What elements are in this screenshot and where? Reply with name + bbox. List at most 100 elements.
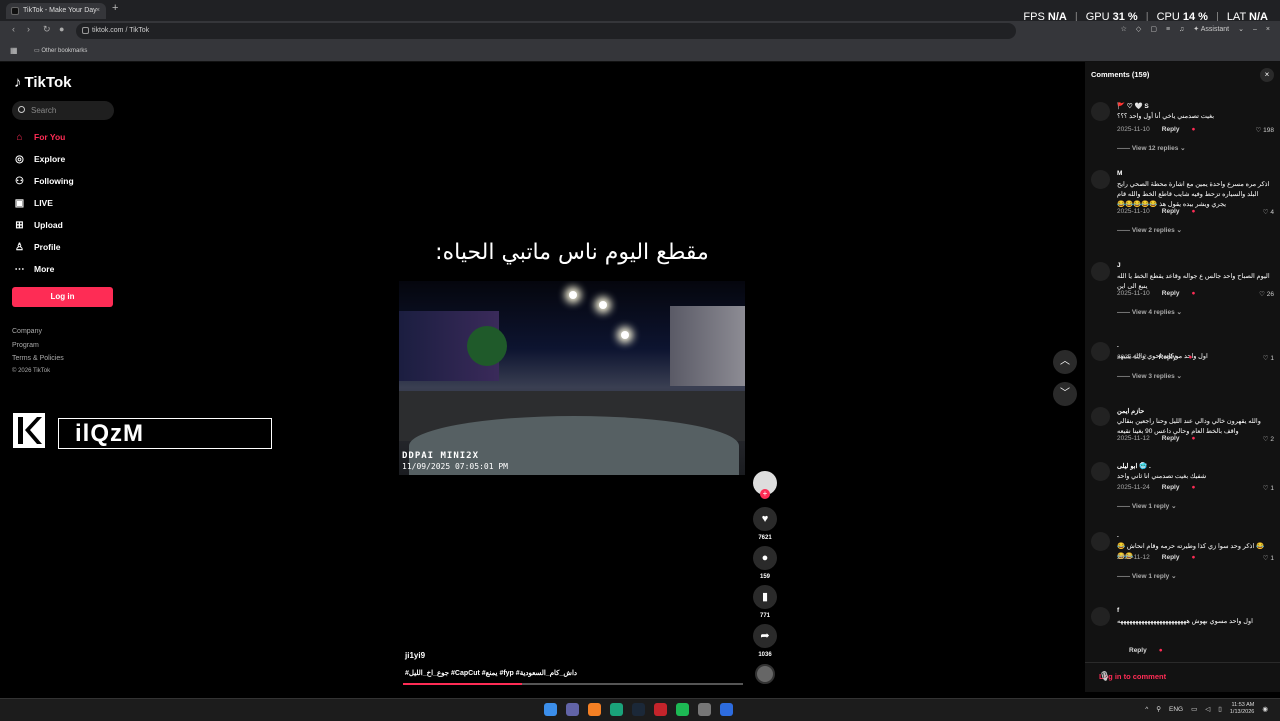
browser-tab[interactable]: TikTok - Make Your Day ×: [6, 3, 106, 19]
taskbar-clock[interactable]: 11:53 AM 1/13/2026: [1230, 702, 1254, 716]
tiktok-logo[interactable]: ♪ TikTok: [14, 74, 71, 91]
commenter-name[interactable]: ابو ليلى 🥶 .: [1117, 462, 1151, 470]
commenter-name[interactable]: J: [1117, 262, 1121, 269]
commenter-avatar[interactable]: [1091, 262, 1110, 281]
sidebar-item-profile[interactable]: ♙ Profile: [14, 240, 60, 254]
notification-icon[interactable]: ◉: [1262, 705, 1268, 713]
login-button[interactable]: Log in: [12, 287, 113, 307]
comment-like-button[interactable]: ♡ 1: [1263, 554, 1274, 562]
chevron-up-icon[interactable]: ^: [1145, 706, 1148, 713]
footer-company[interactable]: Company: [12, 328, 42, 335]
url-input[interactable]: tiktok.com / TikTok: [76, 23, 1016, 39]
menu-lines-icon[interactable]: ≡: [1166, 26, 1170, 33]
reply-button[interactable]: Reply: [1162, 208, 1180, 215]
view-replies-button[interactable]: —— View 2 replies ⌄: [1117, 226, 1182, 234]
view-replies-button[interactable]: —— View 1 reply ⌄: [1117, 572, 1177, 580]
commenter-avatar[interactable]: [1091, 407, 1110, 426]
sidebar-item-following[interactable]: ⚇ Following: [14, 174, 74, 188]
reload-icon[interactable]: ↻: [43, 24, 51, 35]
vlc-icon[interactable]: [588, 703, 601, 716]
volume-icon[interactable]: ◁: [1205, 705, 1210, 713]
extension-icon[interactable]: ◇: [1136, 25, 1141, 33]
sidebar-item-more[interactable]: ⋯ More: [14, 262, 55, 276]
comment-like-button[interactable]: ♡ 2: [1263, 435, 1274, 443]
commenter-name[interactable]: .: [1117, 342, 1119, 349]
view-replies-button[interactable]: —— View 12 replies ⌄: [1117, 144, 1186, 152]
comment-like-button[interactable]: ♡ 4: [1263, 208, 1274, 216]
music-disc-icon[interactable]: [755, 664, 775, 684]
comment-like-button[interactable]: ♡ 1: [1263, 484, 1274, 492]
reply-button[interactable]: Reply: [1162, 126, 1180, 133]
search-input[interactable]: Search: [12, 101, 114, 120]
comment-like-button[interactable]: ♡ 26: [1259, 290, 1274, 298]
commenter-avatar[interactable]: [1091, 462, 1110, 481]
view-replies-button[interactable]: —— View 3 replies ⌄: [1117, 372, 1182, 380]
back-icon[interactable]: ‹: [12, 24, 15, 34]
commenter-name[interactable]: M: [1117, 170, 1122, 177]
commenter-avatar[interactable]: [1091, 607, 1110, 626]
steam-icon[interactable]: [632, 703, 645, 716]
footer-program[interactable]: Program: [12, 342, 39, 349]
view-replies-button[interactable]: —— View 4 replies ⌄: [1117, 308, 1182, 316]
share-button[interactable]: ➦: [753, 624, 777, 648]
commenter-avatar[interactable]: [1091, 170, 1110, 189]
close-comments-button[interactable]: ×: [1260, 68, 1274, 82]
app-blue-icon[interactable]: [720, 703, 733, 716]
apps-grid-icon[interactable]: ▦: [10, 46, 18, 55]
new-tab-button[interactable]: +: [112, 2, 118, 14]
save-button[interactable]: ▮: [753, 585, 777, 609]
video-hashtags[interactable]: #جوع_اخ_الليل #CapCut #يمنع #fyp #داش_كا…: [405, 669, 745, 677]
reply-button[interactable]: Reply: [1162, 290, 1180, 297]
teams-icon[interactable]: [566, 703, 579, 716]
windows-start-icon[interactable]: [544, 703, 557, 716]
reply-button[interactable]: Reply: [1162, 554, 1180, 561]
app-red-icon[interactable]: [654, 703, 667, 716]
mic-icon[interactable]: 🎙: [1099, 671, 1272, 682]
forward-icon[interactable]: ›: [27, 24, 30, 34]
reply-button[interactable]: Reply: [1159, 354, 1177, 361]
commenter-avatar[interactable]: [1091, 532, 1110, 551]
edge-icon[interactable]: [610, 703, 623, 716]
commenter-name[interactable]: 🚩 ♡ 🤍 S: [1117, 102, 1149, 110]
audio-icon[interactable]: ♫: [1179, 26, 1184, 33]
commenter-name[interactable]: حازم ايمن: [1117, 407, 1144, 415]
footer-terms[interactable]: Terms & Policies: [12, 355, 64, 362]
tab-close-icon[interactable]: ×: [96, 3, 100, 19]
sidebar-item-upload[interactable]: ⊞ Upload: [14, 218, 63, 232]
spotify-icon[interactable]: [676, 703, 689, 716]
comment-like-button[interactable]: ♡ 1: [1263, 354, 1274, 362]
comment-button[interactable]: ●: [753, 546, 777, 570]
sidebar-item-for-you[interactable]: ⌂ For You: [14, 130, 65, 144]
view-replies-button[interactable]: —— View 1 reply ⌄: [1117, 502, 1177, 510]
reply-button[interactable]: Reply: [1129, 647, 1147, 654]
commenter-avatar[interactable]: [1091, 342, 1110, 361]
close-window-icon[interactable]: ×: [1266, 26, 1270, 33]
video-player[interactable]: DDPAI MINI2X 11/09/2025 07:05:01 PM: [399, 281, 745, 475]
chevron-down-icon[interactable]: ⌄: [1238, 25, 1244, 33]
video-username[interactable]: ji1yi9: [405, 651, 425, 660]
minimize-icon[interactable]: –: [1253, 26, 1257, 33]
assistant-button[interactable]: ✦ Assistant: [1193, 25, 1229, 33]
comment-like-button[interactable]: ♡ 198: [1256, 126, 1275, 134]
previous-video-button[interactable]: ︿: [1053, 350, 1077, 374]
sidebar-item-explore[interactable]: ◎ Explore: [14, 152, 65, 166]
usb-icon[interactable]: ⚲: [1156, 705, 1161, 713]
language-indicator[interactable]: ENG: [1169, 706, 1183, 713]
commenter-name[interactable]: f: [1117, 607, 1119, 614]
video-progress-bar[interactable]: [403, 683, 743, 685]
like-button[interactable]: ♥: [753, 507, 777, 531]
commenter-name[interactable]: .: [1117, 532, 1119, 539]
site-info-icon[interactable]: [82, 27, 89, 34]
reply-button[interactable]: Reply: [1162, 435, 1180, 442]
commenter-avatar[interactable]: [1091, 102, 1110, 121]
next-video-button[interactable]: ﹀: [1053, 382, 1077, 406]
sidebar-item-live[interactable]: ▣ LIVE: [14, 196, 53, 210]
mic-icon[interactable]: ●: [59, 24, 64, 34]
collections-icon[interactable]: ▢: [1150, 25, 1157, 33]
other-bookmarks[interactable]: ▭ Other bookmarks: [34, 47, 87, 54]
monitor-icon[interactable]: ▭: [1191, 705, 1197, 713]
follow-plus-icon[interactable]: +: [760, 489, 770, 499]
settings-icon[interactable]: [698, 703, 711, 716]
battery-icon[interactable]: ▯: [1218, 705, 1222, 713]
star-icon[interactable]: ☆: [1121, 25, 1127, 33]
